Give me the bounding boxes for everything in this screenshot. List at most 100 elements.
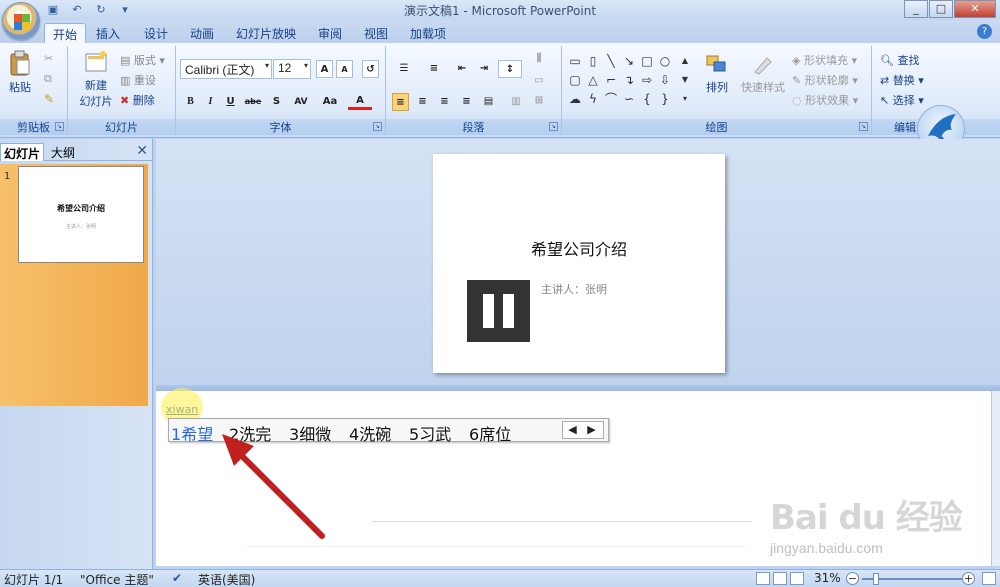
down-arrow-shape-icon[interactable]: ⇩ <box>658 73 672 87</box>
align-left-icon[interactable]: ≡ <box>392 93 409 111</box>
rectangle-shape-icon[interactable]: □ <box>640 54 654 68</box>
char-spacing-button[interactable]: AV <box>288 93 314 111</box>
font-dialog-launcher-icon[interactable]: ↘ <box>373 122 382 131</box>
lightning-shape-icon[interactable]: ϟ <box>586 92 600 106</box>
right-arrow-shape-icon[interactable]: ⇨ <box>640 73 654 87</box>
textbox-shape-icon[interactable]: ▭ <box>568 54 582 68</box>
slideshow-view-icon[interactable] <box>790 572 804 585</box>
minimize-button[interactable]: _ <box>904 0 928 18</box>
zoom-slider-thumb[interactable] <box>873 573 879 585</box>
copy-icon[interactable]: ⧉ <box>44 72 52 86</box>
gallery-down-icon[interactable]: ▼ <box>678 73 692 87</box>
quick-styles-button[interactable]: 快速样式 <box>738 54 788 95</box>
underline-button[interactable]: U <box>222 93 239 111</box>
tab-home[interactable]: 开始 <box>44 23 87 43</box>
align-text-icon[interactable]: ▭ <box>532 72 546 90</box>
vertical-textbox-shape-icon[interactable]: ▯ <box>586 54 600 68</box>
format-painter-icon[interactable]: ✎ <box>44 92 54 106</box>
strikethrough-button[interactable]: abe <box>242 93 264 111</box>
replace-button[interactable]: ⇄ 替换 ▾ <box>880 72 924 88</box>
font-size-combo[interactable]: 12 ▾ <box>273 59 311 79</box>
columns-icon[interactable]: ▥ <box>504 93 528 111</box>
layout-button[interactable]: ▤ 版式 ▾ <box>120 52 165 68</box>
line-spacing-icon[interactable]: ↕ <box>498 60 522 78</box>
paste-button[interactable]: 粘贴 <box>6 50 34 95</box>
shape-effects-button[interactable]: ◌ 形状效果 ▾ <box>792 92 858 108</box>
change-case-button[interactable]: Aa <box>318 93 342 111</box>
fit-to-window-icon[interactable] <box>982 572 996 585</box>
close-pane-icon[interactable]: ✕ <box>136 143 148 159</box>
italic-button[interactable]: I <box>202 93 219 111</box>
shadow-button[interactable]: S <box>268 93 285 111</box>
font-color-button[interactable]: A <box>348 92 372 110</box>
notes-scrollbar[interactable] <box>991 391 1000 566</box>
tab-view[interactable]: 视图 <box>356 23 396 43</box>
shrink-font-button[interactable]: A <box>336 60 353 78</box>
reset-button[interactable]: ▥ 重设 <box>120 72 156 88</box>
elbow-connector-shape-icon[interactable]: ⌐ <box>604 73 618 87</box>
new-slide-button[interactable]: 新建 幻灯片 <box>74 50 118 109</box>
tab-design[interactable]: 设计 <box>136 23 176 43</box>
bullets-icon[interactable]: ☰ <box>392 60 416 78</box>
sorter-view-icon[interactable] <box>773 572 787 585</box>
left-brace-shape-icon[interactable]: { <box>640 92 654 106</box>
gallery-up-icon[interactable]: ▲ <box>678 54 692 68</box>
pause-icon[interactable] <box>467 280 530 342</box>
font-name-combo[interactable]: Calibri (正文) ▾ <box>180 59 272 79</box>
smartart-icon[interactable]: ⊞ <box>532 92 546 110</box>
office-button[interactable] <box>2 2 40 40</box>
close-button[interactable]: ✕ <box>954 0 996 18</box>
text-direction-icon[interactable]: ⫼ <box>532 50 546 68</box>
arc-shape-icon[interactable]: ⌒ <box>604 92 618 106</box>
slide-thumbnail[interactable]: 希望公司介绍 主讲人：张明 <box>18 166 144 263</box>
distribute-icon[interactable]: ▤ <box>480 93 497 111</box>
increase-indent-icon[interactable]: ⇥ <box>474 60 494 78</box>
elbow-arrow-shape-icon[interactable]: ↴ <box>622 73 636 87</box>
find-button[interactable]: 🔍︎ 查找 <box>880 52 919 68</box>
oval-shape-icon[interactable]: ○ <box>658 54 672 68</box>
zoom-in-icon[interactable]: + <box>962 572 975 585</box>
paragraph-dialog-launcher-icon[interactable]: ↘ <box>549 122 558 131</box>
grow-font-button[interactable]: A <box>316 60 333 78</box>
decrease-indent-icon[interactable]: ⇤ <box>452 60 472 78</box>
slide-subtitle[interactable]: 主讲人：张明 <box>541 281 607 297</box>
justify-icon[interactable]: ≡ <box>458 93 475 111</box>
shape-fill-button[interactable]: ◈ 形状填充 ▾ <box>792 52 857 68</box>
shape-outline-button[interactable]: ✎ 形状轮廓 ▾ <box>792 72 858 88</box>
zoom-out-icon[interactable]: − <box>846 572 859 585</box>
cut-icon[interactable]: ✂ <box>44 52 53 65</box>
tab-insert[interactable]: 插入 <box>88 23 128 43</box>
tab-slideshow[interactable]: 幻灯片放映 <box>228 23 304 43</box>
help-icon[interactable]: ? <box>977 24 992 39</box>
right-brace-shape-icon[interactable]: } <box>658 92 672 106</box>
align-right-icon[interactable]: ≡ <box>436 93 453 111</box>
curve-shape-icon[interactable]: ∽ <box>622 92 636 106</box>
maximize-button[interactable]: □ <box>929 0 953 18</box>
ime-next-page-icon[interactable]: ▶ <box>582 422 601 438</box>
arrange-button[interactable]: 排列 <box>700 54 734 95</box>
triangle-shape-icon[interactable]: △ <box>586 73 600 87</box>
ime-candidate-6[interactable]: 6席位 <box>469 421 511 445</box>
numbering-icon[interactable]: ≡ <box>422 60 446 78</box>
zoom-level[interactable]: 31% <box>814 571 841 585</box>
tab-animation[interactable]: 动画 <box>182 23 222 43</box>
cloud-shape-icon[interactable]: ☁ <box>568 92 582 106</box>
tab-slides-pane[interactable]: 幻灯片 <box>0 143 45 161</box>
ime-candidate-4[interactable]: 4洗碗 <box>349 421 391 445</box>
tab-addins[interactable]: 加载项 <box>402 23 454 43</box>
ime-candidate-2[interactable]: 2洗完 <box>229 421 271 445</box>
ime-candidate-5[interactable]: 5习武 <box>409 421 451 445</box>
bold-button[interactable]: B <box>182 93 199 111</box>
ime-candidate-3[interactable]: 3细微 <box>289 421 331 445</box>
dialog-launcher-icon[interactable]: ↘ <box>55 122 64 131</box>
tab-review[interactable]: 审阅 <box>310 23 350 43</box>
line-shape-icon[interactable]: ╲ <box>604 54 618 68</box>
ime-prev-page-icon[interactable]: ◀ <box>563 422 582 438</box>
drawing-dialog-launcher-icon[interactable]: ↘ <box>859 122 868 131</box>
delete-slide-button[interactable]: ✖ 删除 <box>120 92 155 108</box>
rounded-rect-shape-icon[interactable]: ▢ <box>568 73 582 87</box>
align-center-icon[interactable]: ≡ <box>414 93 431 111</box>
arrow-line-shape-icon[interactable]: ↘ <box>622 54 636 68</box>
slide-title[interactable]: 希望公司介绍 <box>433 236 725 260</box>
ime-candidate-1[interactable]: 1希望 <box>171 421 213 445</box>
